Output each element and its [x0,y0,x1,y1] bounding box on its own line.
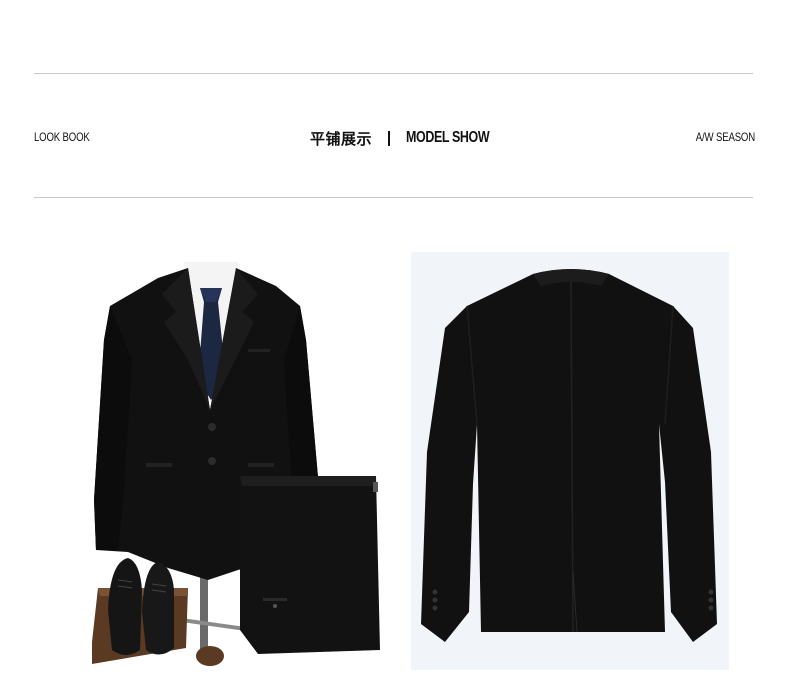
trousers-waistband [240,476,376,486]
cuff-button [708,605,714,611]
section-header: LOOK BOOK 平铺展示 MODEL SHOW A/W SEASON [0,124,790,152]
suit-back-photo [411,252,729,670]
suit-front-photo [88,250,388,670]
jacket-back [421,269,717,642]
trousers-pocket [263,598,287,601]
jacket-button [208,457,216,465]
jacket-pocket-flap [248,463,274,467]
jacket-pocket-flap [146,463,172,467]
season-label: A/W SEASON [695,130,755,144]
cuff-button [708,589,714,595]
trousers-tab [373,482,378,492]
left-shoe [108,558,142,655]
right-shoe [142,562,174,655]
bottom-divider [34,197,753,198]
section-title: 平铺展示 MODEL SHOW [310,126,513,150]
cuff-button [432,597,438,603]
folded-trousers [240,476,380,654]
title-separator [388,130,391,146]
cuff-button [708,597,714,603]
top-divider [34,73,753,74]
jacket-breast-pocket [248,349,270,352]
cuff-button [432,605,438,611]
section-title-en: MODEL SHOW [406,129,490,146]
cuff-button [432,589,438,595]
section-title-cn: 平铺展示 [310,129,373,148]
trousers-button [273,604,277,608]
mannequin-base [196,646,224,666]
jacket-button [208,423,216,431]
look-book-label: LOOK BOOK [34,130,90,144]
